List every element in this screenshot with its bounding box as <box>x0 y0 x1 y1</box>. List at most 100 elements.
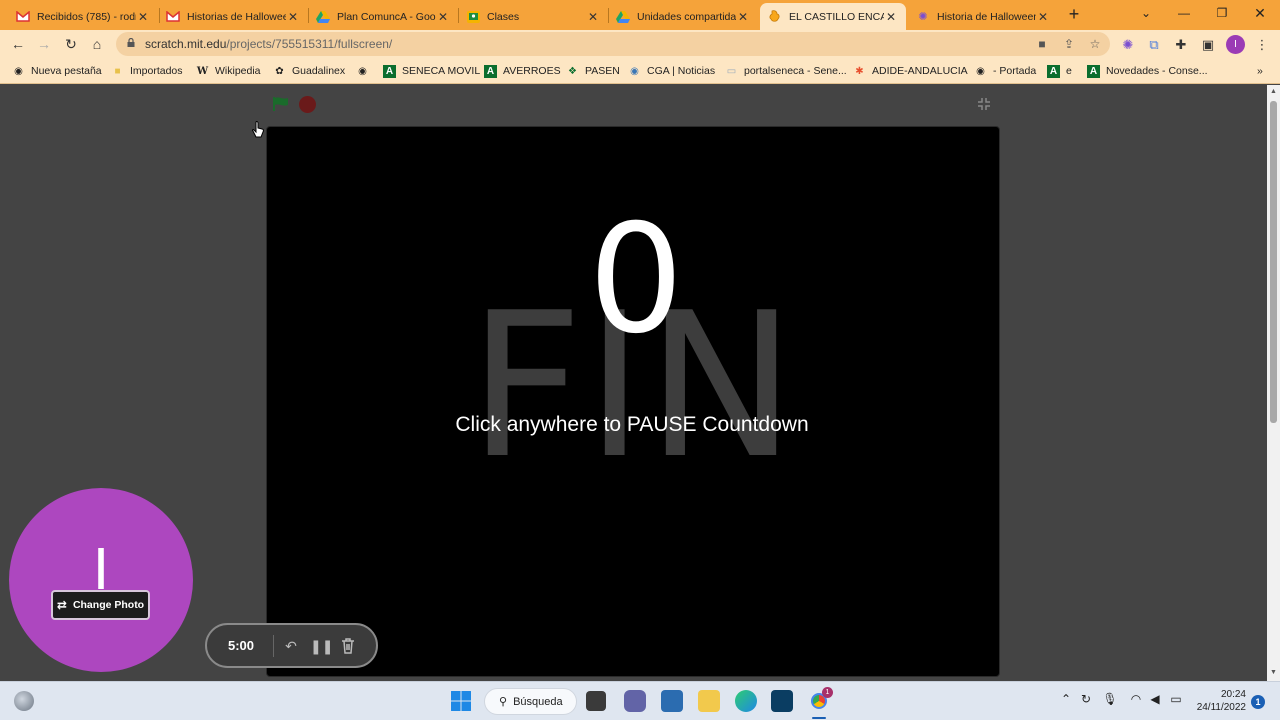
active-app-indicator <box>812 717 826 719</box>
joomla-icon: ✱ <box>855 65 864 77</box>
bookmark-label: Importados <box>130 65 183 77</box>
battery-icon[interactable]: ▭ <box>1168 692 1184 706</box>
microphone-icon[interactable]: 🎙 <box>1102 692 1118 706</box>
wifi-icon[interactable]: ◠ <box>1128 692 1144 706</box>
trash-icon[interactable] <box>340 637 356 654</box>
browser-tab-strip: Recibidos (785) - rodri ✕ Historias de H… <box>0 0 1280 30</box>
stop-button[interactable] <box>299 96 316 113</box>
tab-plan-comunca[interactable]: Plan ComuncA - Google ✕ <box>308 3 458 30</box>
close-icon[interactable]: ✕ <box>136 10 150 24</box>
bookmark-novedades[interactable]: A Novedades - Conse... <box>1087 63 1208 79</box>
bookmark-e[interactable]: Ae <box>1047 63 1072 79</box>
address-bar[interactable]: scratch.mit.edu/projects/755515311/fulls… <box>116 32 1110 56</box>
green-flag-icon[interactable] <box>272 96 290 112</box>
chevron-up-icon[interactable]: ⌃ <box>1058 692 1074 706</box>
globe-icon: ◉ <box>630 65 639 77</box>
volume-icon[interactable]: ◀ <box>1147 692 1163 706</box>
gmail-icon <box>16 10 30 24</box>
restore-button[interactable]: ❐ <box>1203 0 1241 28</box>
minimize-button[interactable]: — <box>1165 0 1203 28</box>
translate-extension-icon[interactable]: ⧉ <box>1146 37 1162 53</box>
new-tab-button[interactable]: + <box>1064 4 1084 24</box>
extensions-puzzle-icon[interactable]: ✚ <box>1173 37 1189 53</box>
averroes-icon: A <box>1047 64 1060 78</box>
sync-icon[interactable]: ↻ <box>1078 692 1094 706</box>
bookmark-importados[interactable]: ■ Importados <box>111 63 183 79</box>
tab-clases[interactable]: Clases ✕ <box>458 3 608 30</box>
bookmark-globe[interactable]: ◉ <box>356 63 375 79</box>
snowflake-icon: ✺ <box>918 11 928 23</box>
tab-el-castillo-encantado[interactable]: EL CASTILLO ENCANTADO ✕ <box>760 3 906 30</box>
project-stage[interactable]: FIN 0 Click anywhere to PAUSE Countdown <box>266 126 1000 677</box>
extension-snowflake-icon[interactable]: ✺ <box>1120 37 1136 53</box>
bookmark-label: Novedades - Conse... <box>1106 65 1208 77</box>
close-icon[interactable]: ✕ <box>436 10 450 24</box>
bookmark-label: Nueva pestaña <box>31 65 102 77</box>
home-button[interactable]: ⌂ <box>87 34 107 54</box>
bookmark-guadalinex[interactable]: ✿ Guadalinex <box>273 63 345 79</box>
reset-icon[interactable]: ↶ <box>281 636 301 656</box>
bookmark-pasen[interactable]: ❖ PASEN <box>566 63 620 79</box>
bookmark-seneca-movil[interactable]: A SENECA MOVIL <box>383 63 480 79</box>
forward-button[interactable]: → <box>34 34 54 54</box>
bookmark-portalseneca[interactable]: ▭ portalseneca - Sene... <box>725 63 847 79</box>
bookmark-adide-andalucia[interactable]: ✱ ADIDE-ANDALUCIA <box>853 63 967 79</box>
seneca-icon: A <box>383 64 396 78</box>
store-icon[interactable] <box>661 690 683 712</box>
globe-icon: ◉ <box>14 65 23 77</box>
tab-gmail-halloween[interactable]: Historias de Halloween ✕ <box>158 3 308 30</box>
bookmark-wikipedia[interactable]: W Wikipedia <box>196 63 261 79</box>
hand-cursor-icon <box>252 121 264 138</box>
tab-search-chevron-icon[interactable]: ⌄ <box>1127 0 1165 28</box>
scroll-down-arrow-icon[interactable]: ▼ <box>1270 669 1277 676</box>
pause-icon[interactable]: ❚❚ <box>310 636 333 656</box>
taskbar-search[interactable]: ⚲ Búsqueda <box>484 688 577 715</box>
close-icon[interactable]: ✕ <box>586 10 600 24</box>
task-view-icon[interactable] <box>586 691 606 711</box>
scrollbar-thumb[interactable] <box>1270 101 1277 423</box>
change-photo-button[interactable]: ⇄ Change Photo <box>51 590 150 620</box>
averroes-icon: A <box>484 64 497 78</box>
tab-unidades-compartidas[interactable]: Unidades compartidas ✕ <box>608 3 758 30</box>
countdown-timer-widget: 5:00 ↶ ❚❚ <box>205 623 378 668</box>
tab-gmail-inbox[interactable]: Recibidos (785) - rodri ✕ <box>8 3 158 30</box>
bookmark-star-icon[interactable]: ☆ <box>1088 37 1102 51</box>
scroll-up-arrow-icon[interactable]: ▲ <box>1270 88 1277 95</box>
system-clock[interactable]: 20:24 24/11/2022 <box>1190 688 1246 714</box>
drive-icon <box>316 10 330 24</box>
tab-title: Clases <box>487 10 520 23</box>
camera-icon[interactable]: ■ <box>1035 37 1049 51</box>
page-scrollbar[interactable]: ▲ ▼ <box>1267 85 1280 681</box>
bookmark-cga-noticias[interactable]: ◉ CGA | Noticias <box>628 63 715 79</box>
more-bookmarks-chevron[interactable]: » <box>1257 63 1263 79</box>
close-icon[interactable]: ✕ <box>286 10 300 24</box>
close-icon[interactable]: ✕ <box>736 10 750 24</box>
close-window-button[interactable]: ✕ <box>1241 0 1279 28</box>
tab-historia-halloween[interactable]: ✺ Historia de Halloween ✕ <box>908 3 1058 30</box>
bookmark-averroes[interactable]: A AVERROES <box>484 63 561 79</box>
profile-avatar[interactable]: I <box>1226 35 1245 54</box>
teams-chat-icon[interactable] <box>624 690 646 712</box>
webex-icon[interactable] <box>771 690 793 712</box>
bookmark-label: - Portada <box>993 65 1037 77</box>
close-icon[interactable]: ✕ <box>1036 10 1050 24</box>
side-panel-icon[interactable]: ▣ <box>1200 37 1216 53</box>
weather-widget-icon[interactable] <box>14 691 34 711</box>
windows-start-icon[interactable] <box>450 690 472 712</box>
back-button[interactable]: ← <box>8 34 28 54</box>
bookmark-nueva-pestana[interactable]: ◉ Nueva pestaña <box>12 63 102 79</box>
file-explorer-icon[interactable] <box>698 690 720 712</box>
pause-countdown-message: Click anywhere to PAUSE Countdown <box>455 413 809 436</box>
edge-icon[interactable] <box>735 690 757 712</box>
exit-fullscreen-icon[interactable] <box>976 96 992 112</box>
drive-icon <box>616 10 630 24</box>
share-icon[interactable]: ⇪ <box>1062 37 1076 51</box>
tab-title: Plan ComuncA - Google <box>337 10 436 23</box>
menu-kebab-icon[interactable]: ⋮ <box>1254 37 1270 53</box>
close-icon[interactable]: ✕ <box>884 10 898 24</box>
bookmarks-bar: ◉ Nueva pestaña ■ Importados W Wikipedia ✿ G… <box>0 58 1280 84</box>
reload-button[interactable]: ↻ <box>61 34 81 54</box>
tab-title: Historia de Halloween <box>937 10 1036 23</box>
bookmark-portada[interactable]: ◉ - Portada <box>974 63 1036 79</box>
notification-badge[interactable]: 1 <box>1251 695 1265 709</box>
